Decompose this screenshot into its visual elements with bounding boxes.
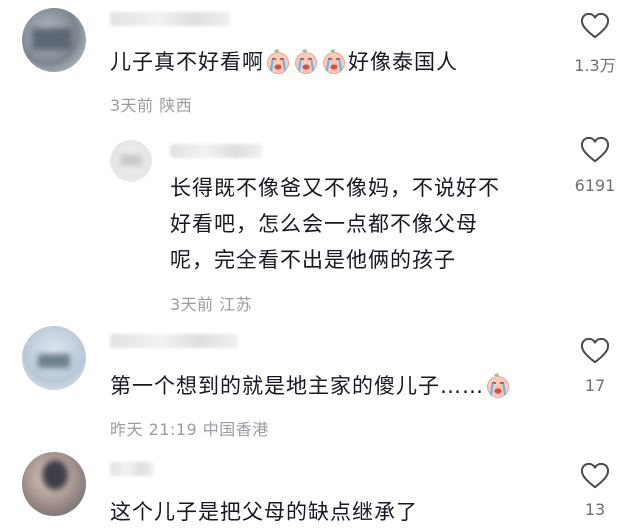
- comment-meta: 3天前 江苏: [170, 295, 253, 314]
- comment-text: 第一个想到的就是地主家的傻儿子……: [110, 368, 512, 404]
- comment-line: 长得既不像爸又不像妈，不说好不: [170, 176, 500, 200]
- crying-face-emoji: [293, 48, 319, 74]
- crying-face-emoji: [265, 48, 291, 74]
- username-blurred[interactable]: [110, 462, 154, 476]
- crying-face-emoji: [321, 48, 347, 74]
- username-blurred[interactable]: [170, 144, 262, 158]
- comment-text: 这个儿子是把父母的缺点继承了: [110, 500, 418, 524]
- heart-outline-icon[interactable]: [580, 462, 610, 490]
- like-count: 6191: [574, 176, 616, 195]
- username-blurred[interactable]: [110, 334, 238, 348]
- heart-outline-icon[interactable]: [580, 136, 610, 164]
- avatar[interactable]: [110, 140, 152, 182]
- avatar[interactable]: [22, 8, 86, 72]
- comment-line: 好看吧，怎么会一点都不像父母: [170, 212, 478, 236]
- comment-text-part: 好像泰国人: [348, 50, 458, 74]
- like-count: 17: [584, 376, 606, 395]
- username-blurred[interactable]: [110, 12, 230, 26]
- avatar[interactable]: [22, 326, 86, 390]
- like-count: 1.3万: [574, 56, 616, 75]
- comment-text-part: 儿子真不好看啊: [110, 50, 264, 74]
- comment-text: 儿子真不好看啊 好像泰国人: [110, 44, 458, 80]
- comment-meta: 昨天 21:19 中国香港: [110, 420, 269, 439]
- comment-text-part: 第一个想到的就是地主家的傻儿子……: [110, 374, 484, 398]
- comment-line: 呢，完全看不出是他俩的孩子: [170, 248, 456, 272]
- comment-meta: 3天前 陕西: [110, 96, 193, 115]
- crying-face-emoji: [485, 372, 511, 398]
- comment-text: 长得既不像爸又不像妈，不说好不 好看吧，怎么会一点都不像父母 呢，完全看不出是他…: [170, 170, 550, 278]
- like-count: 13: [584, 500, 606, 519]
- avatar[interactable]: [22, 452, 86, 516]
- heart-outline-icon[interactable]: [580, 12, 610, 40]
- heart-outline-icon[interactable]: [580, 337, 610, 365]
